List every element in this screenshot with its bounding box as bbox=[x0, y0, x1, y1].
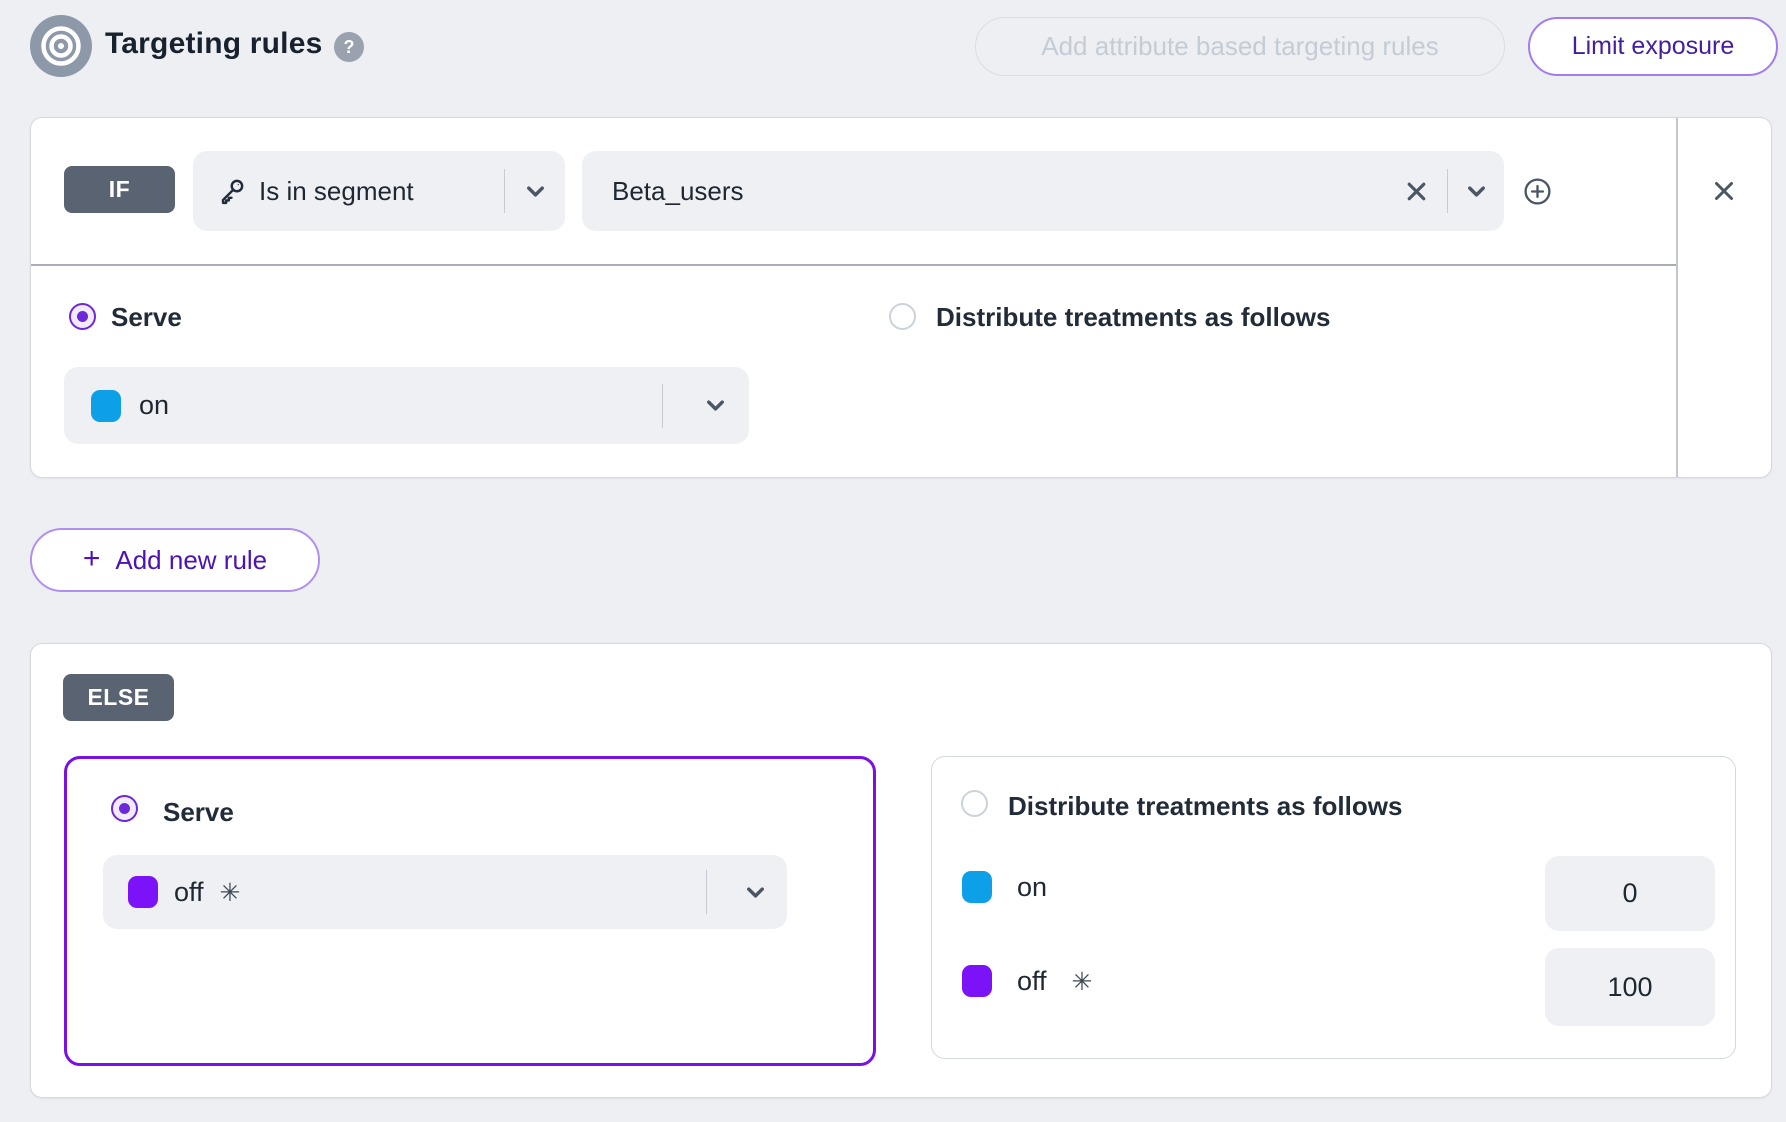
treatment-on-swatch bbox=[91, 390, 121, 422]
else-serve-radio[interactable] bbox=[111, 795, 138, 822]
if-distribute-radio[interactable] bbox=[889, 303, 916, 330]
treatment-off-percent-input[interactable] bbox=[1545, 948, 1715, 1026]
default-treatment-icon: ✳ bbox=[220, 878, 241, 907]
treatment-name: off bbox=[1017, 966, 1047, 997]
treatment-on-percent-input[interactable] bbox=[1545, 856, 1715, 931]
matcher-label: Is in segment bbox=[259, 176, 414, 207]
segment-value: Beta_users bbox=[612, 176, 744, 207]
treatment-name: on bbox=[1017, 872, 1047, 903]
if-distribute-label: Distribute treatments as follows bbox=[936, 302, 1330, 333]
targeting-rules-panel: Targeting rules ? Add attribute based ta… bbox=[0, 0, 1786, 1122]
else-badge: ELSE bbox=[63, 674, 174, 721]
add-new-rule-label: Add new rule bbox=[115, 545, 267, 576]
divider bbox=[706, 870, 708, 914]
else-treatment-dropdown[interactable]: off ✳ bbox=[103, 855, 787, 929]
treatment-chevron-down-icon[interactable] bbox=[723, 879, 787, 906]
distribute-row-on: on bbox=[962, 871, 1047, 903]
remove-rule-icon[interactable] bbox=[1708, 175, 1740, 207]
segment-chevron-down-icon[interactable] bbox=[1448, 178, 1504, 205]
if-serve-radio[interactable] bbox=[69, 303, 96, 330]
treatment-chevron-down-icon[interactable] bbox=[681, 392, 749, 419]
treatment-on-swatch bbox=[962, 871, 992, 903]
matcher-dropdown[interactable]: Is in segment bbox=[193, 151, 565, 231]
treatment-name: off bbox=[174, 877, 204, 908]
distribute-row-off: off ✳ bbox=[962, 965, 1092, 997]
add-condition-icon[interactable] bbox=[1522, 176, 1553, 207]
else-serve-box: Serve off ✳ bbox=[64, 756, 876, 1066]
limit-exposure-button[interactable]: Limit exposure bbox=[1528, 17, 1778, 76]
treatment-name: on bbox=[139, 390, 169, 421]
segment-select[interactable]: Beta_users bbox=[582, 151, 1504, 231]
else-distribute-label: Distribute treatments as follows bbox=[1008, 791, 1402, 822]
default-treatment-icon: ✳ bbox=[1072, 967, 1093, 996]
divider bbox=[1676, 118, 1678, 477]
else-distribute-radio[interactable] bbox=[961, 790, 988, 817]
if-badge: IF bbox=[64, 166, 175, 213]
divider bbox=[662, 384, 664, 428]
divider bbox=[31, 264, 1676, 266]
else-rule-card: ELSE Serve off ✳ Distribute treatments a… bbox=[30, 643, 1772, 1098]
treatment-off-swatch bbox=[962, 965, 992, 997]
else-serve-label: Serve bbox=[163, 797, 234, 828]
if-treatment-dropdown[interactable]: on bbox=[64, 367, 749, 444]
treatment-off-swatch bbox=[128, 876, 158, 908]
if-rule-card: IF Is in segment Beta_users bbox=[30, 117, 1772, 478]
targeting-bullseye-icon bbox=[30, 15, 92, 77]
help-icon[interactable]: ? bbox=[334, 32, 364, 62]
if-serve-label: Serve bbox=[111, 302, 182, 333]
matcher-chevron-down-icon[interactable] bbox=[505, 178, 565, 205]
plus-icon: + bbox=[83, 542, 101, 576]
key-icon bbox=[217, 177, 246, 206]
segment-clear-icon[interactable] bbox=[1387, 179, 1447, 204]
else-distribute-box: Distribute treatments as follows on off … bbox=[931, 756, 1736, 1059]
page-title: Targeting rules bbox=[105, 27, 322, 61]
add-new-rule-button[interactable]: + Add new rule bbox=[30, 528, 320, 592]
add-attribute-rules-button[interactable]: Add attribute based targeting rules bbox=[975, 17, 1505, 76]
